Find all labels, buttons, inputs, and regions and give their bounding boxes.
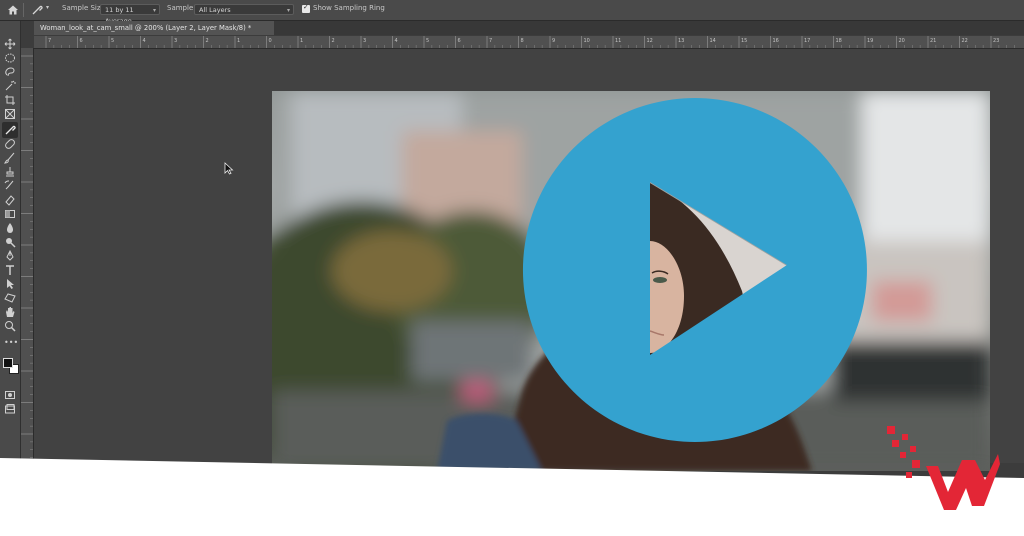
play-icon[interactable] — [522, 98, 867, 442]
brand-w-logo — [887, 426, 1000, 510]
footer-band — [0, 458, 1024, 536]
play-button[interactable] — [520, 95, 870, 445]
